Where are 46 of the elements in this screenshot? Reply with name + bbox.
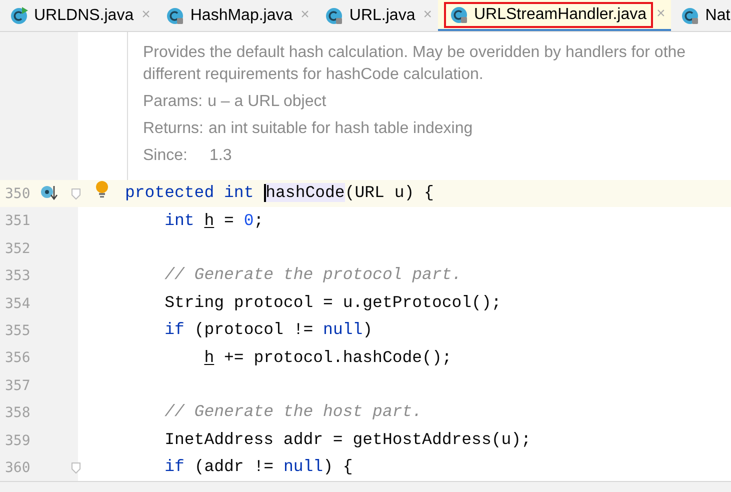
code-text: // Generate the protocol part. (164, 264, 462, 286)
editor-tab[interactable]: Nat (671, 0, 731, 31)
lightbulb-icon[interactable] (95, 181, 109, 199)
class-icon (166, 6, 184, 24)
class-icon (10, 6, 28, 24)
editor-tab[interactable]: URLStreamHandler.java × (438, 0, 672, 31)
line-number: 350 (5, 185, 30, 204)
class-icon (450, 6, 468, 24)
class-icon (325, 6, 344, 24)
line-number: 352 (5, 240, 30, 259)
line-number: 351 (5, 212, 30, 232)
doc-text: an int suitable for hash table indexing (208, 119, 473, 139)
doc-description: different requirements for hashCode calculation. (143, 65, 484, 85)
line-number: 355 (5, 322, 30, 341)
class-icon (681, 6, 700, 24)
line-number: 360 (5, 458, 30, 478)
code-text: // Generate the host part. (164, 401, 422, 424)
code-text: String protocol = u.getProtocol(); (164, 292, 502, 314)
editor-tab[interactable]: URLDNS.java × (0, 0, 156, 31)
doc-label: Returns: (143, 119, 204, 139)
line-number: 356 (5, 349, 30, 368)
fold-marker-icon[interactable] (71, 462, 81, 474)
editor-tab[interactable]: URL.java × (315, 0, 438, 31)
line-number: 358 (5, 404, 30, 424)
editor-tab[interactable]: HashMap.java × (156, 0, 316, 31)
code-text: h += protocol.hashCode(); (203, 346, 452, 369)
doc-label: Since: (143, 146, 188, 166)
tab-label: URLStreamHandler.java (474, 4, 647, 24)
code-text: if (protocol != null) (164, 319, 373, 342)
code-text: int h = 0; (164, 210, 264, 232)
line-number: 354 (5, 294, 30, 314)
line-number: 357 (5, 376, 30, 396)
doc-description: Provides the default hash calculation. May be overidden by handlers for othe (143, 43, 686, 63)
code-text: protected int hashCode(URL u) { (125, 182, 434, 204)
code-text: if (addr != null) { (164, 456, 353, 478)
line-number: 353 (5, 267, 30, 286)
doc-text: u – a URL object (208, 92, 326, 112)
doc-text: 1.3 (209, 146, 232, 166)
tab-label: Nat (705, 6, 730, 26)
implemented-method-icon[interactable] (40, 185, 58, 201)
tab-label: HashMap.java (190, 6, 293, 26)
tab-label: URLDNS.java (34, 6, 134, 26)
doc-label: Params: (143, 92, 203, 112)
tab-label: URL.java (349, 6, 416, 26)
line-number: 359 (5, 432, 30, 451)
code-text: InetAddress addr = getHostAddress(u); (164, 428, 531, 451)
